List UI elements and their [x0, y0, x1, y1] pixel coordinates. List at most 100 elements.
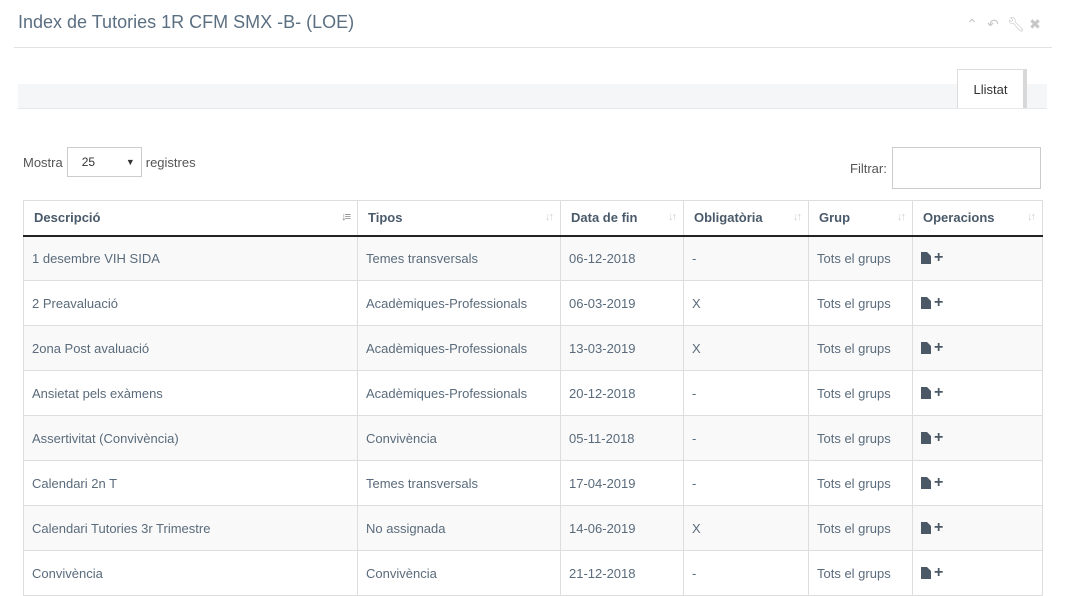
cell-grup: Tots el grups	[808, 325, 913, 371]
panel-controls: ⌃ ↶ 🔧︎ ✖	[965, 16, 1042, 32]
table-header-row: Descripció ↓≡ Tipos ↓↑ Data de fin ↓↑ Oblig…	[23, 200, 1043, 237]
cell-descripcio: Calendari 2n T	[23, 460, 358, 506]
plus-icon[interactable]: +	[934, 385, 943, 401]
close-icon[interactable]: ✖	[1028, 16, 1042, 32]
page-length-select[interactable]: 25 ▼	[66, 147, 142, 177]
length-prefix: Mostra	[23, 154, 63, 170]
plus-icon[interactable]: +	[934, 295, 943, 311]
table-row[interactable]: Convivència Convivència 21-12-2018 - Tot…	[23, 550, 1043, 596]
cell-descripcio: Ansietat pels exàmens	[23, 370, 358, 416]
column-header-descripcio[interactable]: Descripció ↓≡	[23, 200, 358, 237]
cell-data-fin: 21-12-2018	[560, 550, 684, 596]
cell-grup: Tots el grups	[808, 415, 913, 461]
column-header-grup[interactable]: Grup ↓↑	[808, 200, 913, 237]
document-icon[interactable]	[921, 432, 931, 444]
plus-icon[interactable]: +	[934, 430, 943, 446]
cell-operacions: +	[912, 460, 1043, 506]
column-label: Descripció	[34, 210, 101, 226]
reply-icon[interactable]: ↶	[986, 16, 1000, 32]
cell-operacions: +	[912, 550, 1043, 596]
document-icon[interactable]	[921, 567, 931, 579]
cell-grup: Tots el grups	[808, 550, 913, 596]
filter-control: Filtrar:	[850, 147, 1041, 189]
cell-descripcio: Calendari Tutories 3r Trimestre	[23, 505, 358, 551]
sort-alpha-asc-icon: ↓≡	[341, 211, 351, 223]
column-label: Operacions	[923, 210, 995, 226]
sort-icon: ↓↑	[1027, 211, 1036, 223]
cell-tipos: Temes transversals	[357, 235, 561, 281]
table-row[interactable]: 2 Preavaluació Acadèmiques-Professionals…	[23, 280, 1043, 326]
document-icon[interactable]	[921, 522, 931, 534]
cell-tipos: Acadèmiques-Professionals	[357, 280, 561, 326]
document-icon[interactable]	[921, 387, 931, 399]
cell-obligatoria: -	[683, 550, 809, 596]
cell-data-fin: 14-06-2019	[560, 505, 684, 551]
table-row[interactable]: Calendari 2n T Temes transversals 17-04-…	[23, 460, 1043, 506]
cell-obligatoria: X	[683, 505, 809, 551]
chevron-up-icon[interactable]: ⌃	[965, 16, 979, 32]
cell-grup: Tots el grups	[808, 460, 913, 506]
column-header-obligatoria[interactable]: Obligatòria ↓↑	[683, 200, 809, 237]
cell-grup: Tots el grups	[808, 505, 913, 551]
tutories-table: Descripció ↓≡ Tipos ↓↑ Data de fin ↓↑ Oblig…	[23, 200, 1043, 596]
column-label: Data de fin	[571, 210, 638, 226]
column-header-operacions[interactable]: Operacions ↓↑	[912, 200, 1043, 237]
cell-data-fin: 20-12-2018	[560, 370, 684, 416]
cell-tipos: Acadèmiques-Professionals	[357, 325, 561, 371]
panel-header: Index de Tutories 1R CFM SMX -B- (LOE) ⌃…	[14, 0, 1052, 48]
column-header-data-fin[interactable]: Data de fin ↓↑	[560, 200, 684, 237]
filter-input[interactable]	[891, 147, 1041, 189]
table-row[interactable]: 1 desembre VIH SIDA Temes transversals 0…	[23, 235, 1043, 281]
cell-operacions: +	[912, 370, 1043, 416]
page-title: Index de Tutories 1R CFM SMX -B- (LOE)	[18, 12, 355, 32]
cell-tipos: No assignada	[357, 505, 561, 551]
cell-grup: Tots el grups	[808, 280, 913, 326]
column-label: Grup	[819, 210, 851, 226]
column-label: Tipos	[368, 210, 403, 226]
length-suffix: registres	[145, 154, 196, 170]
cell-descripcio: 1 desembre VIH SIDA	[23, 235, 358, 281]
cell-operacions: +	[912, 415, 1043, 461]
cell-obligatoria: -	[683, 370, 809, 416]
cell-obligatoria: -	[683, 235, 809, 281]
plus-icon[interactable]: +	[934, 565, 943, 581]
cell-data-fin: 06-03-2019	[560, 280, 684, 326]
length-control: Mostra 25 ▼ registres	[23, 147, 196, 177]
plus-icon[interactable]: +	[934, 475, 943, 491]
table-row[interactable]: 2ona Post avaluació Acadèmiques-Professi…	[23, 325, 1043, 371]
table-row[interactable]: Assertivitat (Convivència) Convivència 0…	[23, 415, 1043, 461]
column-header-tipos[interactable]: Tipos ↓↑	[357, 200, 561, 237]
cell-operacions: +	[912, 325, 1043, 371]
cell-data-fin: 05-11-2018	[560, 415, 684, 461]
sort-icon: ↓↑	[793, 211, 802, 223]
cell-data-fin: 13-03-2019	[560, 325, 684, 371]
page-length-value: 25	[81, 155, 96, 169]
wrench-icon[interactable]: 🔧︎	[1007, 16, 1025, 32]
plus-icon[interactable]: +	[934, 520, 943, 536]
cell-obligatoria: -	[683, 460, 809, 506]
filter-label: Filtrar:	[850, 160, 887, 176]
plus-icon[interactable]: +	[934, 340, 943, 356]
cell-tipos: Convivència	[357, 550, 561, 596]
cell-descripcio: 2 Preavaluació	[23, 280, 358, 326]
cell-obligatoria: X	[683, 325, 809, 371]
document-icon[interactable]	[921, 252, 931, 265]
tab-bar	[18, 84, 1047, 109]
cell-operacions: +	[912, 235, 1043, 281]
table-row[interactable]: Ansietat pels exàmens Acadèmiques-Profes…	[23, 370, 1043, 416]
cell-data-fin: 06-12-2018	[560, 235, 684, 281]
column-label: Obligatòria	[694, 210, 763, 226]
cell-descripcio: Assertivitat (Convivència)	[23, 415, 358, 461]
sort-icon: ↓↑	[545, 211, 554, 223]
document-icon[interactable]	[921, 342, 931, 354]
document-icon[interactable]	[921, 477, 931, 489]
table-row[interactable]: Calendari Tutories 3r Trimestre No assig…	[23, 505, 1043, 551]
cell-obligatoria: X	[683, 280, 809, 326]
document-icon[interactable]	[921, 297, 931, 309]
cell-obligatoria: -	[683, 415, 809, 461]
plus-icon[interactable]: +	[934, 250, 943, 266]
cell-descripcio: 2ona Post avaluació	[23, 325, 358, 371]
cell-tipos: Temes transversals	[357, 460, 561, 506]
tab-llistat[interactable]: Llistat	[957, 69, 1027, 108]
cell-tipos: Acadèmiques-Professionals	[357, 370, 561, 416]
